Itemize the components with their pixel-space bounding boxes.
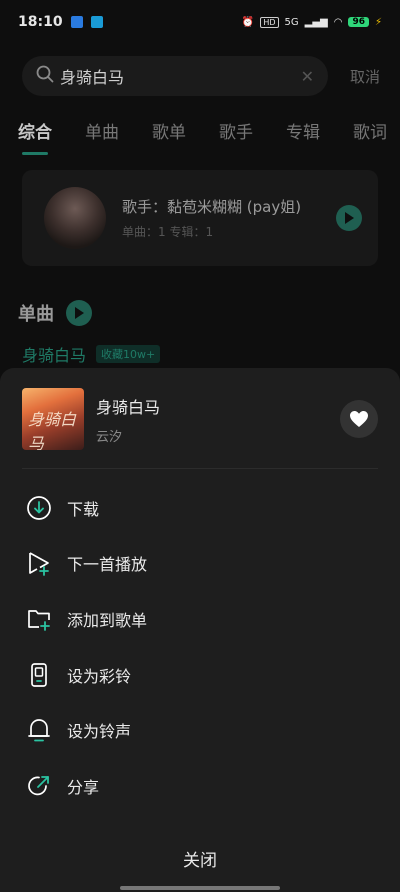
play-all-button[interactable] <box>66 300 92 326</box>
play-icon <box>345 212 354 224</box>
alarm-icon: ⏰ <box>241 16 255 28</box>
close-button[interactable]: 关闭 <box>0 846 400 871</box>
menu-label: 分享 <box>67 777 100 797</box>
search-row: ✕ 取消 <box>22 56 380 96</box>
download-icon <box>26 495 52 521</box>
menu-item-add-to-playlist[interactable]: 添加到歌单 <box>0 591 400 647</box>
search-icon <box>36 65 54 87</box>
home-indicator[interactable] <box>120 886 280 890</box>
search-box[interactable]: ✕ <box>22 56 328 96</box>
menu-item-play-next[interactable]: 下一首播放 <box>0 536 400 592</box>
artist-play-button[interactable] <box>336 205 362 231</box>
cancel-button[interactable]: 取消 <box>350 66 380 87</box>
menu-label: 添加到歌单 <box>67 610 148 630</box>
signal-icon: ▂▄▆ <box>304 16 328 28</box>
artist-name: 歌手：黏苞米糊糊 (pay姐) <box>122 198 302 216</box>
menu-item-download[interactable]: 下载 <box>0 480 400 536</box>
heart-icon <box>350 411 368 427</box>
sheet-header: 身骑白马 身骑白马 云汐 <box>22 388 378 450</box>
signal-label: 5G <box>284 16 299 28</box>
artist-stats: 单曲：1 专辑：1 <box>122 225 214 239</box>
charging-icon: ⚡ <box>374 16 382 28</box>
song-action-sheet: 身骑白马 身骑白马 云汐 下载 下一首播放 添加到歌单 设为彩铃 设为铃声 分享… <box>0 368 400 892</box>
notification-app-icon <box>70 16 83 28</box>
menu-item-set-ringback[interactable]: 设为彩铃 <box>0 647 400 703</box>
tab-all[interactable]: 综合 <box>18 118 52 155</box>
menu-label: 下载 <box>67 499 100 519</box>
ringback-icon <box>26 662 52 688</box>
wifi-icon: ◠ <box>333 16 343 28</box>
album-cover: 身骑白马 <box>22 388 84 450</box>
songs-section-header: 单曲 <box>18 300 92 326</box>
notification-app-icon-2 <box>90 16 103 28</box>
tab-songs[interactable]: 单曲 <box>85 118 119 143</box>
song-list-item[interactable]: 身骑白马 收藏10w+ <box>22 342 161 366</box>
tab-playlists[interactable]: 歌单 <box>152 118 186 143</box>
action-menu: 下载 下一首播放 添加到歌单 设为彩铃 设为铃声 分享 <box>0 480 400 814</box>
like-button[interactable] <box>340 400 378 438</box>
divider <box>22 468 378 469</box>
favorites-badge: 收藏10w+ <box>96 345 161 363</box>
status-bar: 18:10 ⏰ HD 5G ▂▄▆ ◠ 96 ⚡ <box>0 0 400 44</box>
menu-label: 设为铃声 <box>67 722 132 742</box>
sheet-song-artist: 云汐 <box>96 429 123 445</box>
add-to-playlist-icon <box>26 606 52 632</box>
song-title: 身骑白马 <box>22 346 87 365</box>
play-icon <box>75 307 84 319</box>
tab-lyrics[interactable]: 歌词 <box>353 118 387 143</box>
search-input[interactable] <box>54 66 301 86</box>
battery-level: 96 <box>348 17 369 27</box>
tab-artists[interactable]: 歌手 <box>219 118 253 143</box>
menu-label: 下一首播放 <box>67 555 148 575</box>
menu-item-share[interactable]: 分享 <box>0 758 400 814</box>
tab-albums[interactable]: 专辑 <box>286 118 320 143</box>
play-next-icon <box>26 550 52 577</box>
hd-badge: HD <box>260 16 279 28</box>
menu-label: 设为彩铃 <box>67 666 132 686</box>
artist-avatar <box>44 187 106 249</box>
status-time: 18:10 <box>18 14 63 30</box>
menu-item-set-ringtone[interactable]: 设为铃声 <box>0 702 400 758</box>
album-cover-text: 身骑白马 <box>28 410 77 450</box>
section-title: 单曲 <box>18 304 54 325</box>
result-tabs: 综合 单曲 歌单 歌手 专辑 歌词 <box>18 118 400 155</box>
artist-card[interactable]: 歌手：黏苞米糊糊 (pay姐) 单曲：1 专辑：1 <box>22 170 378 266</box>
bell-icon <box>26 717 52 743</box>
clear-icon[interactable]: ✕ <box>301 67 314 86</box>
share-icon <box>26 773 52 799</box>
sheet-song-title: 身骑白马 <box>96 397 161 417</box>
